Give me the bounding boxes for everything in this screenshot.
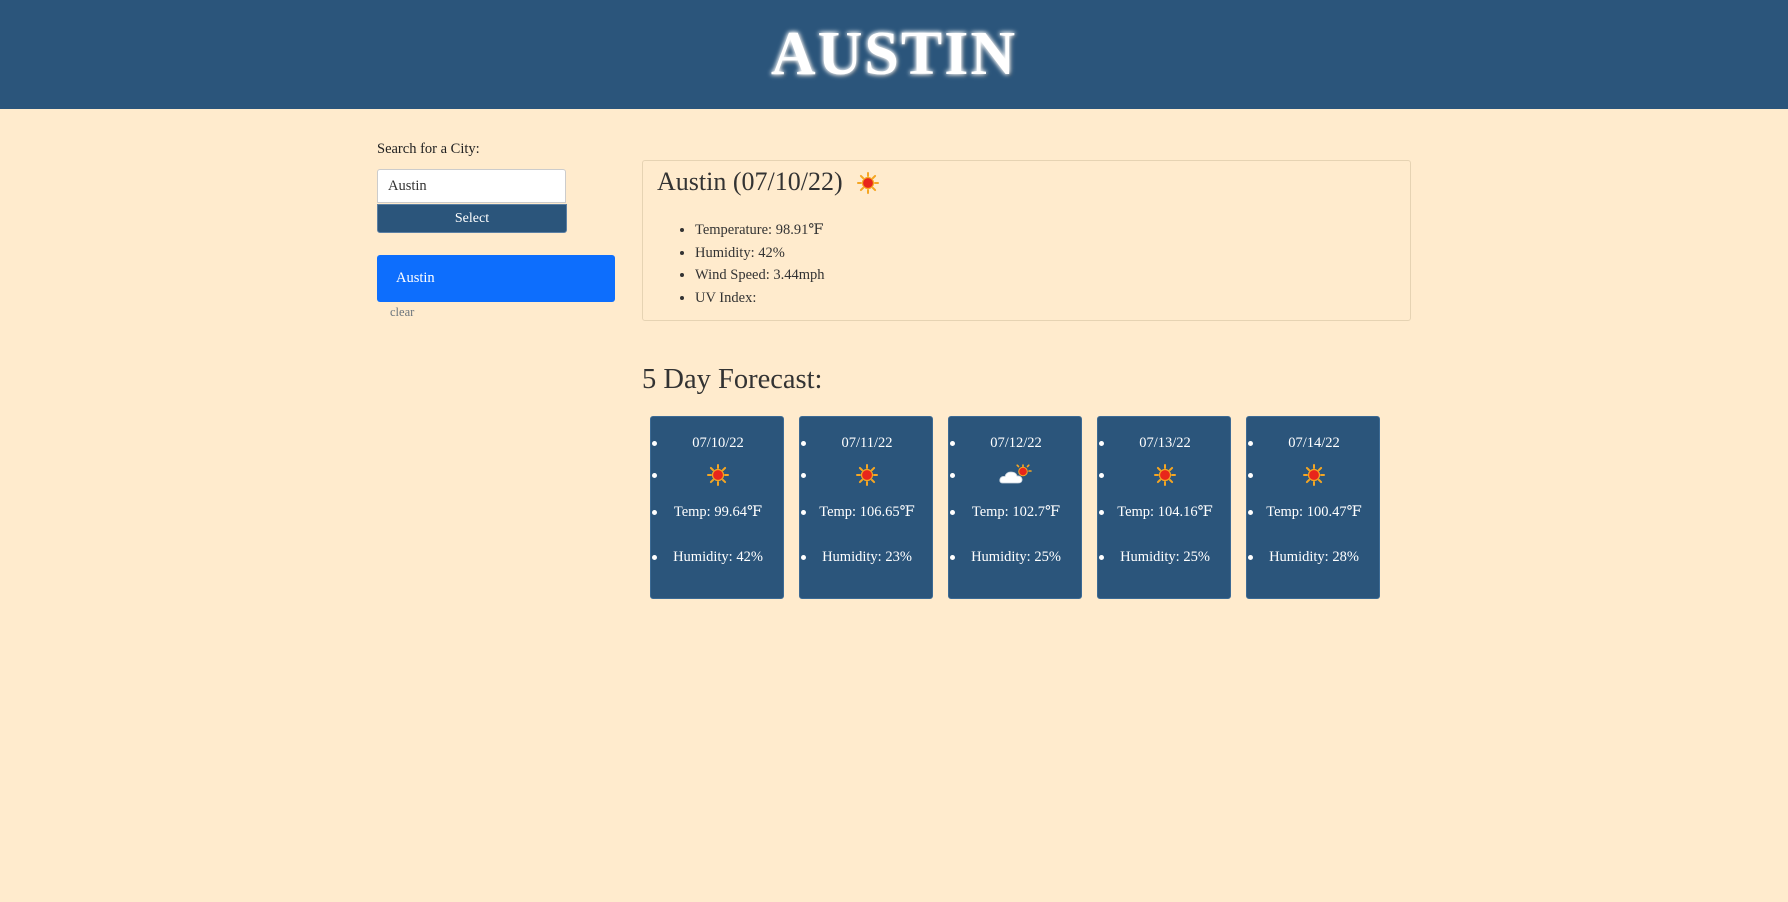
forecast-title: 5 Day Forecast: [642,364,823,395]
forecast-humidity: Humidity: 28% [1247,549,1381,566]
forecast-date: 07/14/22 [1247,435,1381,452]
sun-icon [707,464,729,486]
sun-icon [1303,464,1325,486]
current-uv-index: UV Index: [695,287,825,310]
forecast-card: 07/13/22 Temp: 104.16℉ Humidity: 25% [1097,416,1231,599]
forecast-temp: Temp: 102.7℉ [949,504,1083,521]
forecast-temp: Temp: 106.65℉ [800,504,934,521]
page-title: AUSTIN [770,20,1018,88]
page-header: AUSTIN [0,0,1788,109]
clear-history-link[interactable]: clear [390,305,414,320]
sun-icon [856,172,879,194]
forecast-temp: Temp: 104.16℉ [1098,504,1232,521]
forecast-humidity: Humidity: 23% [800,549,934,566]
partly-cloudy-icon [999,464,1033,486]
forecast-card: 07/12/22 Temp: 102.7℉ Humidity: 25% [948,416,1082,599]
history-item-austin[interactable]: Austin [377,255,615,302]
current-humidity: Humidity: 42% [695,242,825,265]
current-weather-details: Temperature: 98.91℉ Humidity: 42% Wind S… [651,219,825,309]
city-search-input[interactable] [377,169,566,203]
forecast-temp: Temp: 99.64℉ [651,504,785,521]
forecast-date: 07/10/22 [651,435,785,452]
current-wind-speed: Wind Speed: 3.44mph [695,264,825,287]
history-item-label: Austin [396,270,435,286]
forecast-date: 07/12/22 [949,435,1083,452]
forecast-date: 07/11/22 [800,435,934,452]
forecast-card: 07/10/22 Temp: 99.64℉ Humidity: 42% [650,416,784,599]
forecast-date: 07/13/22 [1098,435,1232,452]
select-button[interactable]: Select [377,204,567,233]
current-temperature: Temperature: 98.91℉ [695,219,825,242]
search-label: Search for a City: [377,141,480,157]
current-weather-title: Austin (07/10/22) [657,167,843,196]
forecast-card: 07/11/22 Temp: 106.65℉ Humidity: 23% [799,416,933,599]
forecast-temp: Temp: 100.47℉ [1247,504,1381,521]
forecast-card: 07/14/22 Temp: 100.47℉ Humidity: 28% [1246,416,1380,599]
current-weather-panel: Austin (07/10/22) Temperature: 98.91℉ Hu… [642,160,1411,321]
forecast-humidity: Humidity: 42% [651,549,785,566]
sun-icon [856,464,878,486]
forecast-humidity: Humidity: 25% [949,549,1083,566]
forecast-humidity: Humidity: 25% [1098,549,1232,566]
sun-icon [1154,464,1176,486]
